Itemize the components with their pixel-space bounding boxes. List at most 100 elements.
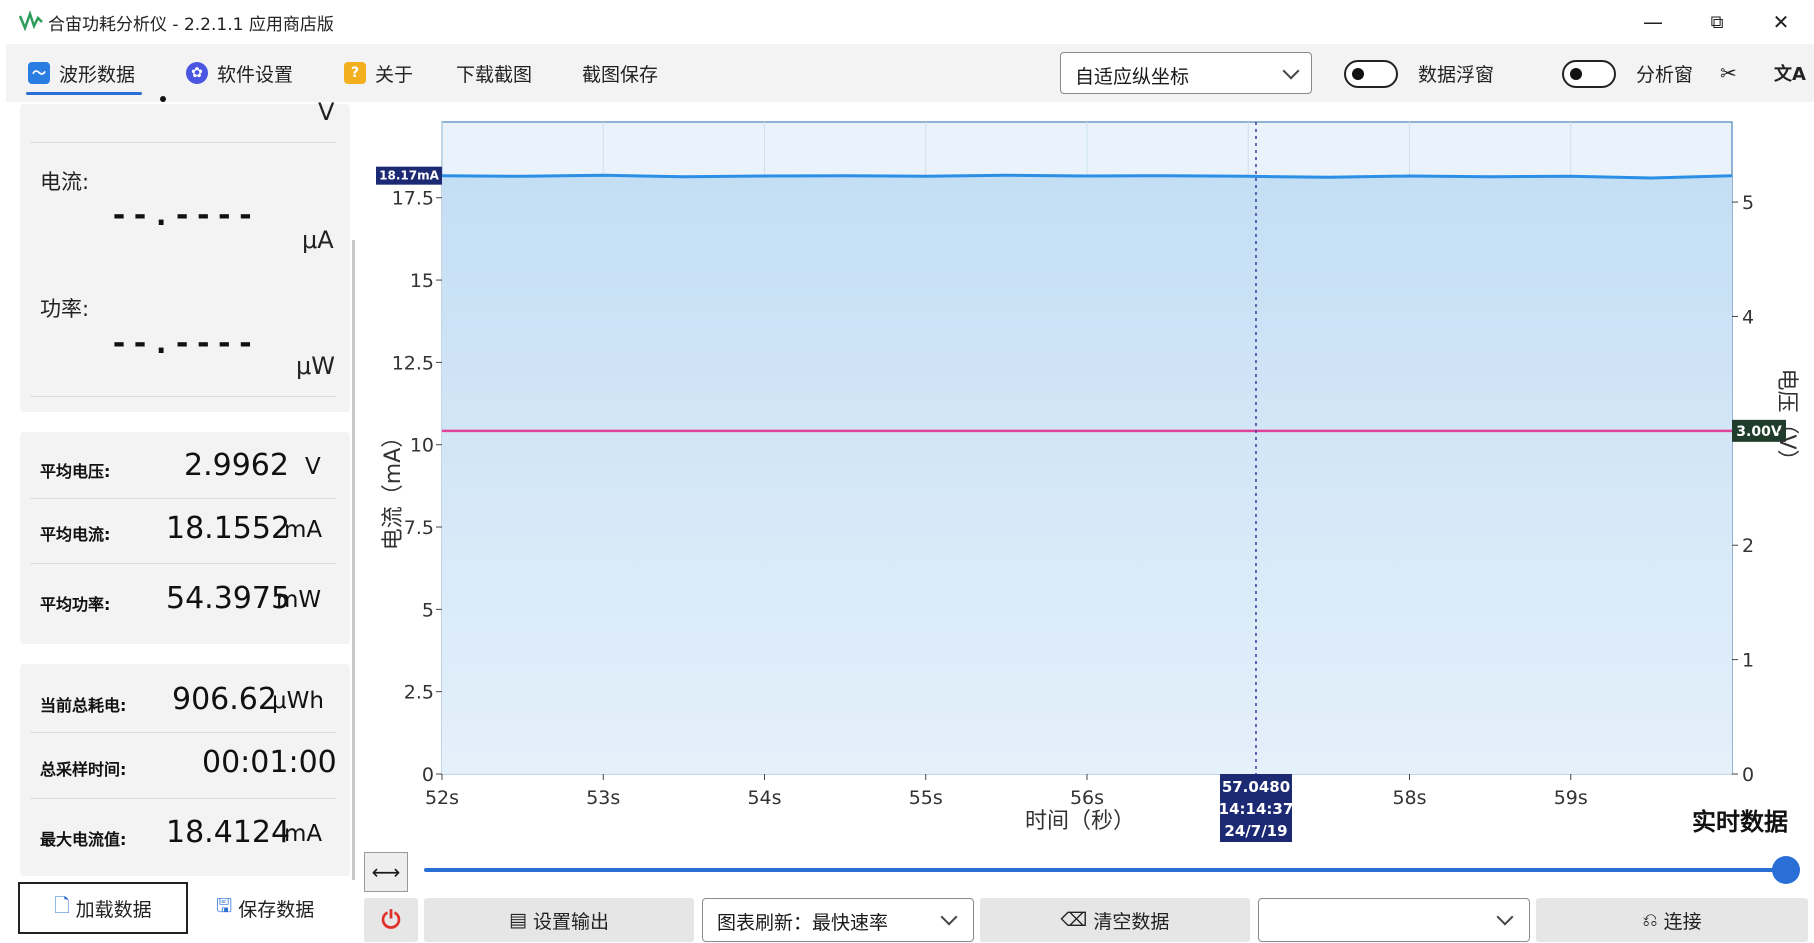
port-select[interactable] [1258, 898, 1530, 942]
y2-tick-label: 5 [1742, 192, 1754, 214]
power-icon: ⏻ [381, 906, 401, 934]
sample-time-label: 总采样时间: [40, 760, 127, 779]
set-output-button[interactable]: ▤ 设置输出 [424, 898, 694, 942]
avg-voltage-label: 平均电压: [40, 462, 111, 481]
clear-data-label: 清空数据 [1093, 910, 1170, 933]
current-label: 电流: [40, 170, 90, 194]
divider [30, 732, 336, 733]
y-tick-label: 15 [410, 270, 434, 292]
sample-time-value: 00:01:00 [202, 745, 337, 780]
y-tick-label: 10 [410, 435, 434, 457]
divider [30, 498, 336, 499]
waveform-chart[interactable]: 02.557.51012.51517.5 012345 52s53s54s55s… [360, 104, 1814, 844]
x-tick-label: 53s [586, 787, 620, 809]
current-marker-text: 18.17mA [379, 169, 439, 183]
window-title: 合宙功耗分析仪 - 2.2.1.1 应用商店版 [48, 15, 334, 35]
waveform-icon: 〜 [28, 62, 50, 84]
tab-settings-label: 软件设置 [217, 63, 294, 86]
load-data-button[interactable]: 🗋 加载数据 [18, 882, 188, 934]
y-tick-label: 17.5 [392, 188, 434, 210]
set-output-label: 设置输出 [532, 910, 609, 933]
load-data-label: 加载数据 [75, 898, 152, 921]
y-tick-label: 2.5 [404, 682, 434, 704]
current-series-area [442, 175, 1732, 775]
max-current-value: 18.4124 [166, 815, 291, 850]
divider [30, 142, 336, 143]
tab-waveform[interactable]: 〜 波形数据 [28, 58, 135, 88]
toggle-knob [1352, 68, 1364, 80]
y-tick-label: 7.5 [404, 517, 434, 539]
avg-voltage-value: 2.9962 [184, 448, 289, 483]
total-energy-label: 当前总耗电: [40, 696, 127, 715]
y2-tick-label: 4 [1742, 306, 1754, 328]
voltage-unit: V [318, 98, 335, 126]
y-tick-label: 0 [422, 764, 434, 786]
save-screenshot-button[interactable]: 截图保存 [582, 58, 658, 88]
cursor-x-value: 57.0480 [1222, 778, 1290, 796]
analysis-toggle[interactable] [1562, 60, 1616, 88]
question-icon: ? [344, 62, 366, 84]
left-panel-scrollbar[interactable] [352, 240, 355, 880]
fit-width-button[interactable]: ⟷ [364, 852, 408, 892]
divider [30, 563, 336, 564]
analysis-label: 分析窗 [1636, 63, 1694, 86]
y2-axis-label: 电压（V） [1774, 368, 1799, 471]
avg-power-unit: mW [276, 587, 322, 613]
scissors-icon[interactable]: ✂ [1720, 58, 1737, 88]
x-tick-label: 58s [1392, 787, 1426, 809]
avg-power-label: 平均功率: [40, 595, 111, 614]
toggle-knob [1570, 68, 1582, 80]
chevron-down-icon [940, 908, 958, 926]
x-tick-label: 54s [747, 787, 781, 809]
download-screenshot-button[interactable]: 下载截图 [456, 58, 532, 88]
minimize-button[interactable]: — [1626, 6, 1680, 38]
current-unit: μA [302, 226, 334, 254]
tab-settings[interactable]: ✿ 软件设置 [186, 58, 293, 88]
x-tick-label: 59s [1554, 787, 1588, 809]
axis-mode-select[interactable]: 自适应纵坐标 [1060, 52, 1312, 94]
restore-button[interactable]: ⧉ [1690, 6, 1744, 38]
time-scroll-thumb[interactable] [1772, 856, 1800, 884]
active-tab-indicator [26, 92, 142, 95]
realtime-status-label: 实时数据 [1692, 808, 1788, 836]
chevron-down-icon [1282, 62, 1300, 80]
plug-icon: ⎌ [1642, 909, 1658, 931]
app-logo-icon [18, 10, 43, 32]
chevron-down-icon [1496, 908, 1514, 926]
y-tick-label: 5 [422, 599, 434, 621]
close-button[interactable]: ✕ [1754, 6, 1808, 38]
tab-about[interactable]: ? 关于 [344, 58, 413, 88]
connect-button[interactable]: ⎌ 连接 [1536, 898, 1808, 942]
voltage-reading-dot [160, 96, 166, 102]
avg-voltage-unit: V [305, 454, 321, 480]
output-settings-icon: ▤ [509, 909, 527, 931]
y2-tick-label: 2 [1742, 535, 1754, 557]
save-data-button[interactable]: 🖫 保存数据 [216, 888, 352, 928]
power-unit: μW [296, 352, 335, 380]
clear-data-button[interactable]: ⌫ 清空数据 [980, 898, 1250, 942]
save-icon: 🖫 [216, 895, 233, 917]
power-reading: --.---- [110, 326, 258, 361]
x-axis-ticks: 52s 53s 54s 55s 56s 58s 59s [425, 774, 1588, 809]
power-button[interactable]: ⏻ [364, 898, 418, 942]
power-label: 功率: [40, 297, 90, 321]
current-reading: --.---- [110, 198, 258, 233]
right-axis-ticks: 012345 [1732, 192, 1754, 786]
translate-icon[interactable]: 文A [1774, 58, 1806, 88]
tab-about-label: 关于 [375, 63, 414, 86]
refresh-rate-select[interactable]: 图表刷新：最快速率 [702, 898, 974, 942]
save-data-label: 保存数据 [238, 898, 315, 921]
axis-mode-value: 自适应纵坐标 [1075, 66, 1190, 88]
data-float-toggle[interactable] [1344, 60, 1398, 88]
avg-current-unit: mA [284, 517, 323, 543]
avg-current-value: 18.1552 [166, 511, 291, 546]
cursor-readout: 57.0480 14:14:37 24/7/19 [1219, 774, 1293, 842]
tab-waveform-label: 波形数据 [59, 63, 136, 86]
total-energy-unit: μWh [272, 688, 324, 714]
x-tick-label: 55s [909, 787, 943, 809]
connect-label: 连接 [1663, 910, 1702, 933]
y-axis-label: 电流（mA） [381, 426, 406, 550]
time-scroll-track[interactable] [424, 868, 1788, 872]
expand-horizontal-icon: ⟷ [371, 860, 401, 884]
total-energy-value: 906.62 [172, 682, 277, 717]
